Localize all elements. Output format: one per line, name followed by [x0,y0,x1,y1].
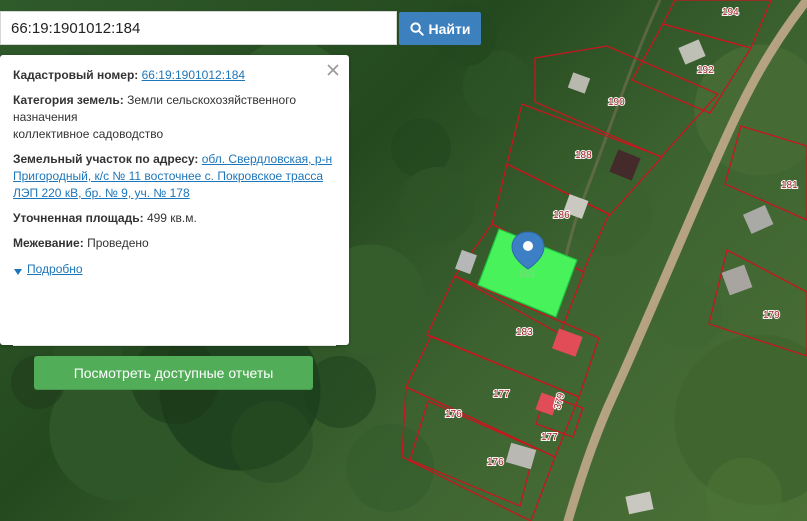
selected-parcel-label: 183 [518,269,535,280]
cadastral-row: Кадастровый номер: 66:19:1901012:184 [13,67,335,84]
view-reports-button[interactable]: Посмотреть доступные отчеты [34,356,313,390]
parcel-label: 177 [541,432,558,443]
land-use-value: коллективное садоводство [13,127,164,141]
address-label: Земельный участок по адресу: [13,152,199,166]
parcel-label: 188 [575,150,592,161]
search-box[interactable] [0,11,397,45]
search-button[interactable]: Найти [399,12,481,45]
land-category-row: Категория земель: Земли сельскохозяйстве… [13,92,335,143]
parcel-info-card: Кадастровый номер: 66:19:1901012:184 Кат… [0,55,349,390]
cadastral-search-input[interactable] [1,12,396,44]
cadastral-label: Кадастровый номер: [13,68,139,82]
parcel-label: 192 [697,65,714,76]
land-category-label: Категория земель: [13,93,124,107]
details-link-label[interactable]: Подробно [27,261,83,278]
parcel-label: 177 [493,389,510,400]
parcel-label: 179 [763,310,780,321]
parcel-label: 190 [608,97,625,108]
area-value: 499 кв.м. [146,211,197,225]
survey-label: Межевание: [13,236,84,250]
area-row: Уточненная площадь: 499 кв.м. [13,210,335,227]
close-icon[interactable] [326,63,340,77]
parcel-label: 194 [722,7,739,18]
details-link[interactable]: Подробно [13,261,83,278]
parcel-label: 176 [445,409,462,420]
map-container[interactable]: 194 192 190 188 181 186 183 179 177 379 176 177 176 … [0,0,807,521]
parcel-label: 186 [553,210,570,221]
search-button-label: Найти [428,20,471,37]
cadastral-link[interactable]: 66:19:1901012:184 [142,68,245,82]
parcel-label: 183 [516,327,533,338]
parcel-label: 181 [781,180,798,191]
address-row: Земельный участок по адресу: обл. Свердл… [13,151,335,202]
survey-value: Проведено [87,236,149,250]
search-icon [409,21,424,36]
triangle-down-icon [13,265,23,275]
card-divider [13,345,336,346]
parcel-label: 379 [552,391,567,410]
area-label: Уточненная площадь: [13,211,144,225]
main-road [563,0,807,521]
survey-row: Межевание: Проведено [13,235,335,252]
parcel-label: 176 [487,457,504,468]
